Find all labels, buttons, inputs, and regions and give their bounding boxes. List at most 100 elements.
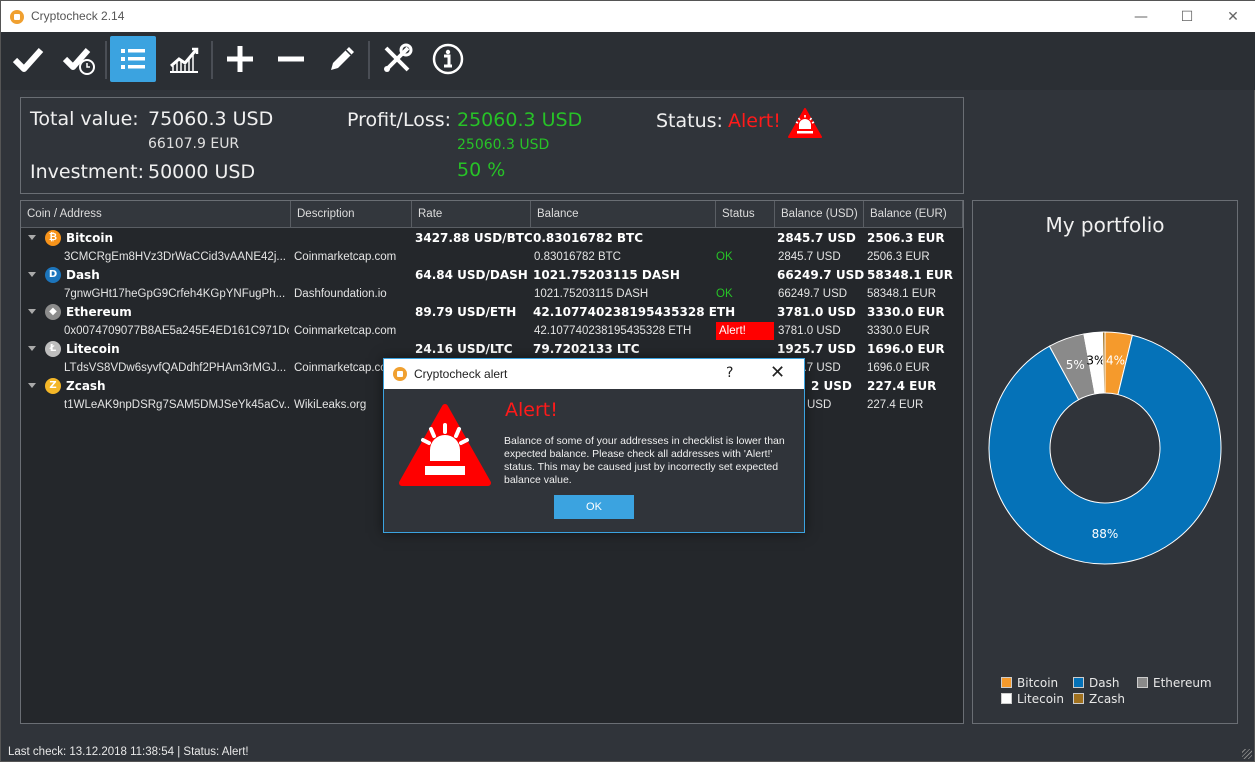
address-balance-eur: 3330.0 EUR	[867, 324, 930, 337]
dialog-title: Cryptocheck alert	[414, 367, 508, 381]
expand-arrow-icon[interactable]	[28, 235, 36, 240]
dialog-heading: Alert!	[505, 399, 558, 421]
toolbar-separator	[368, 41, 370, 79]
legend-item-bitcoin: Bitcoin	[1001, 675, 1058, 691]
alarm-siren-icon	[788, 108, 822, 138]
legend-swatch	[1073, 677, 1084, 688]
column-header-description[interactable]: Description	[291, 201, 412, 227]
address-balance-eur: 1696.0 EUR	[867, 361, 930, 374]
status-bar-text: Last check: 13.12.2018 11:38:54 | Status…	[8, 746, 249, 758]
legend-label: Bitcoin	[1017, 676, 1059, 690]
address-balance-usd: 3781.0 USD	[778, 324, 841, 337]
legend-item-zcash: Zcash	[1073, 691, 1125, 707]
legend-item-ethereum: Ethereum	[1137, 675, 1212, 691]
minus-icon	[278, 56, 304, 62]
scheduled-check-button[interactable]	[56, 36, 102, 82]
info-icon	[432, 43, 464, 75]
profit-loss-secondary: 25060.3 USD	[457, 137, 550, 153]
check-clock-icon	[62, 48, 95, 75]
coin-balance: 42.107740238195435328 ETH	[533, 305, 736, 319]
litecoin-icon: Ł	[45, 341, 61, 357]
title-bar: Cryptocheck 2.14 — ☐ ✕	[1, 1, 1255, 32]
column-header-balance-eur[interactable]: Balance (EUR)	[864, 201, 963, 227]
alert-dialog: Cryptocheck alert ? ✕ Alert! Balance of …	[383, 358, 805, 533]
legend-swatch	[1073, 693, 1084, 704]
address: t1WLeAK9npDSRg7SAM5DMJSeYk45aCv...	[64, 398, 289, 411]
coin-rate: 24.16 USD/LTC	[415, 342, 513, 356]
dialog-title-bar: Cryptocheck alert ? ✕	[384, 359, 804, 389]
zcash-icon: Z	[45, 378, 61, 394]
legend-label: Dash	[1089, 676, 1120, 690]
resize-grip[interactable]	[1242, 749, 1252, 759]
expand-arrow-icon[interactable]	[28, 383, 36, 388]
coin-row[interactable]: D Dash 64.84 USD/DASH 1021.75203115 DASH 662…	[21, 266, 963, 284]
toolbar	[1, 32, 1255, 90]
total-value-label: Total value:	[30, 108, 139, 130]
address-status: OK	[716, 287, 733, 300]
ethereum-icon: ◆	[45, 304, 61, 320]
coin-balance-eur: 1696.0 EUR	[867, 342, 945, 356]
dialog-help-button[interactable]: ?	[726, 365, 733, 381]
plus-icon	[227, 46, 253, 72]
profit-loss-usd: 25060.3 USD	[457, 109, 583, 131]
coin-balance-eur: 2506.3 EUR	[867, 231, 945, 245]
summary-panel: Total value: 75060.3 USD 66107.9 EUR Inv…	[20, 97, 964, 194]
main-window: Cryptocheck 2.14 — ☐ ✕ Total value: 7506…	[0, 0, 1255, 762]
legend-swatch	[1001, 677, 1012, 688]
add-button[interactable]	[217, 36, 263, 82]
expand-arrow-icon[interactable]	[28, 346, 36, 351]
dialog-close-button[interactable]: ✕	[770, 362, 785, 383]
coin-name: Ethereum	[66, 305, 132, 319]
app-logo-icon	[10, 10, 24, 24]
column-header-status[interactable]: Status	[716, 201, 775, 227]
coin-balance-usd: 66249.7 USD	[777, 268, 865, 282]
column-header-balance-usd[interactable]: Balance (USD)	[775, 201, 864, 227]
coin-balance: 1021.75203115 DASH	[533, 268, 680, 282]
minimize-button[interactable]: —	[1118, 1, 1164, 32]
pencil-icon	[331, 47, 354, 70]
close-button[interactable]: ✕	[1210, 1, 1255, 32]
remove-button[interactable]	[268, 36, 314, 82]
address: 3CMCRgEm8HVz3DrWaCCid3vAANE42j...	[64, 250, 286, 263]
coin-balance-usd: 2845.7 USD	[777, 231, 856, 245]
coin-balance-usd: 3781.0 USD	[777, 305, 856, 319]
address-balance-eur: 227.4 EUR	[867, 398, 924, 411]
column-header-coin[interactable]: Coin / Address	[21, 201, 291, 227]
address-description: Coinmarketcap.com	[294, 324, 397, 337]
column-header-balance[interactable]: Balance	[531, 201, 716, 227]
legend-label: Litecoin	[1017, 692, 1064, 706]
expand-arrow-icon[interactable]	[28, 272, 36, 277]
chart-icon	[170, 47, 199, 73]
edit-button[interactable]	[319, 36, 365, 82]
maximize-button[interactable]: ☐	[1164, 1, 1210, 32]
coin-balance-usd: 1925.7 USD	[777, 342, 856, 356]
column-header-rate[interactable]: Rate	[412, 201, 531, 227]
coin-rate: 3427.88 USD/BTC	[415, 231, 533, 245]
address-balance: 1021.75203115 DASH	[534, 287, 649, 300]
about-button[interactable]	[425, 36, 471, 82]
check-button[interactable]	[5, 36, 51, 82]
coin-row[interactable]: Ł Litecoin 24.16 USD/LTC 79.7202133 LTC 1925…	[21, 340, 963, 358]
list-view-button[interactable]	[110, 36, 156, 82]
ok-button[interactable]: OK	[554, 495, 634, 519]
toolbar-separator	[211, 41, 213, 79]
coin-row[interactable]: ◆ Ethereum 89.79 USD/ETH 42.107740238195435…	[21, 303, 963, 321]
address-balance-usd: 2845.7 USD	[778, 250, 841, 263]
address: 0x0074709077B8AE5a245E4ED161C971Dc...	[64, 324, 289, 337]
expand-arrow-icon[interactable]	[28, 309, 36, 314]
chart-view-button[interactable]	[161, 36, 207, 82]
coin-row[interactable]: ₿ Bitcoin 3427.88 USD/BTC 0.83016782 BTC 284…	[21, 229, 963, 247]
address-balance-eur: 2506.3 EUR	[867, 250, 930, 263]
address-row[interactable]: 3CMCRgEm8HVz3DrWaCCid3vAANE42j... Coinmar…	[21, 248, 963, 266]
legend-swatch	[1137, 677, 1148, 688]
address-row[interactable]: 0x0074709077B8AE5a245E4ED161C971Dc... Coi…	[21, 321, 963, 340]
settings-button[interactable]	[374, 36, 420, 82]
coin-balance-eur: 58348.1 EUR	[867, 268, 954, 282]
address-row[interactable]: 7gnwGHt17heGpG9Crfeh4KGpYNFugPh... Dashfo…	[21, 285, 963, 303]
toolbar-separator	[105, 41, 107, 79]
address: 7gnwGHt17heGpG9Crfeh4KGpYNFugPh...	[64, 287, 286, 300]
profit-loss-percent: 50 %	[457, 159, 506, 181]
window-title: Cryptocheck 2.14	[31, 9, 125, 23]
coin-rate: 64.84 USD/DASH	[415, 268, 528, 282]
coin-balance: 79.7202133 LTC	[533, 342, 640, 356]
